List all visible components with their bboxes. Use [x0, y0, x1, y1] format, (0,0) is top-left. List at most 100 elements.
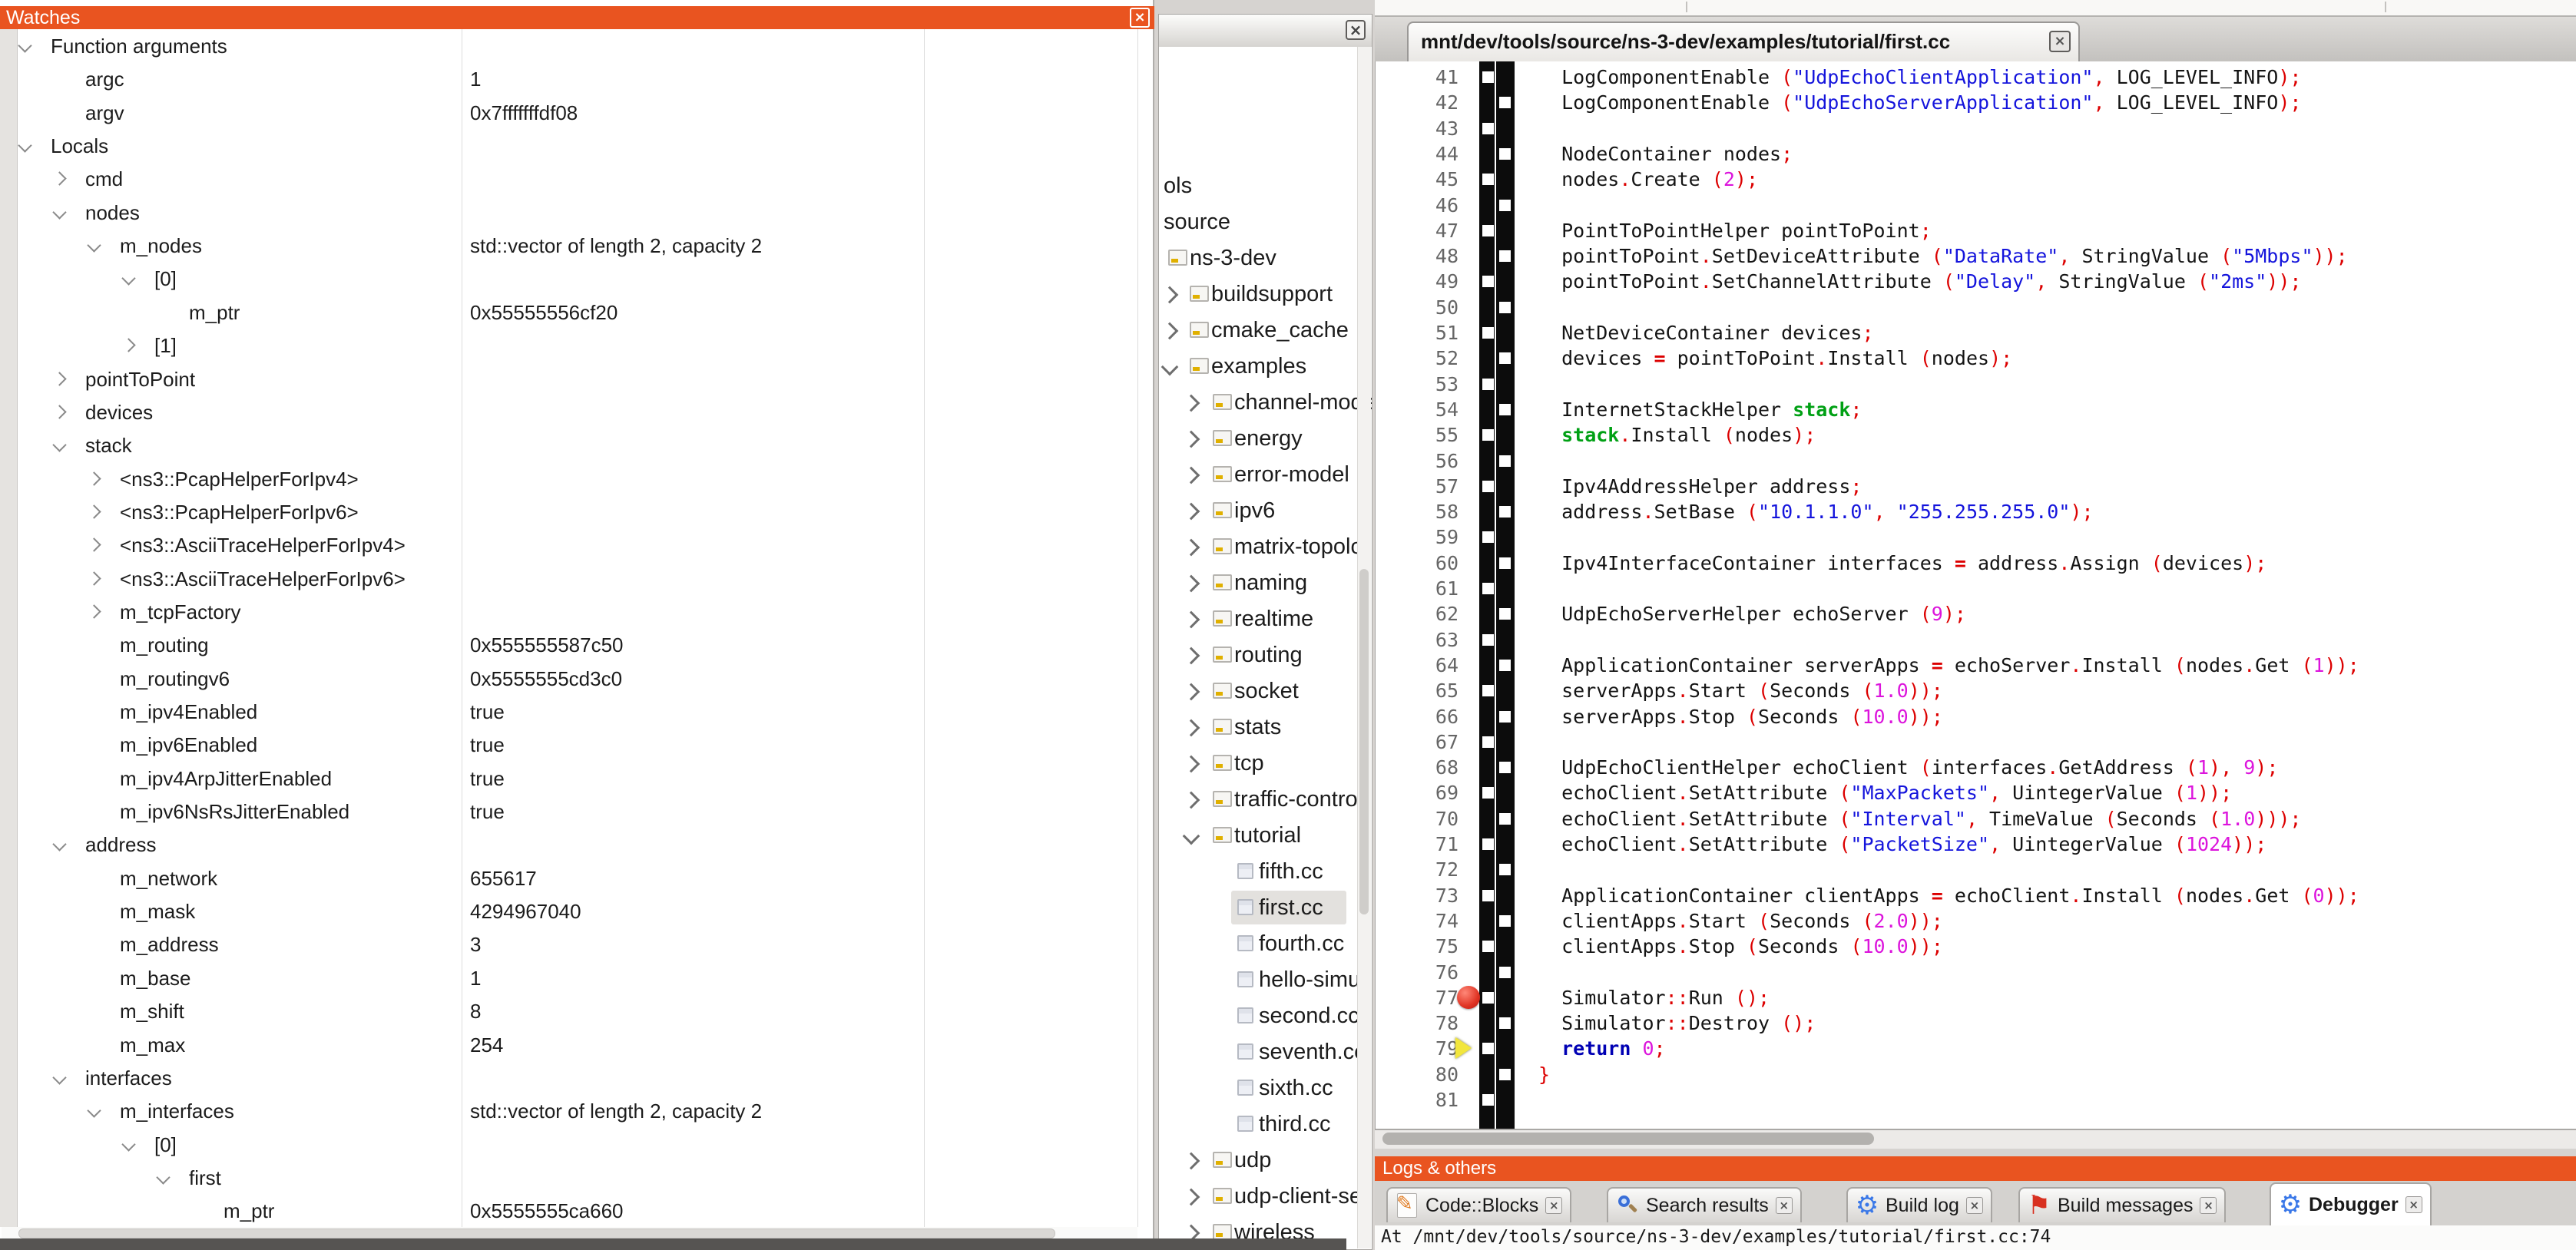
close-icon[interactable]: × — [2200, 1197, 2217, 1214]
code-line[interactable]: 65 serverApps.Start (Seconds (1.0)); — [1376, 678, 2576, 704]
code-text[interactable]: UdpEchoClientHelper echoClient (interfac… — [1538, 756, 2278, 779]
code-text[interactable]: ApplicationContainer serverApps = echoSe… — [1538, 654, 2359, 676]
tree-item-ipv6[interactable]: ipv6 — [1159, 493, 1372, 529]
line-number[interactable]: 56 — [1376, 450, 1459, 472]
code-line[interactable]: 41 LogComponentEnable ("UdpEchoClientApp… — [1376, 64, 2576, 91]
line-number[interactable]: 52 — [1376, 347, 1459, 369]
code-text[interactable]: serverApps.Stop (Seconds (10.0)); — [1538, 706, 1943, 728]
line-number[interactable]: 72 — [1376, 858, 1459, 881]
watch-row[interactable]: argc1 — [17, 62, 1137, 97]
code-line[interactable]: 58 address.SetBase ("10.1.1.0", "255.255… — [1376, 499, 2576, 525]
breakpoint-icon[interactable] — [1457, 986, 1480, 1009]
line-number[interactable]: 43 — [1376, 117, 1459, 140]
chevron-right-icon[interactable] — [1183, 647, 1200, 665]
line-number[interactable]: 48 — [1376, 245, 1459, 267]
chevron-right-icon[interactable] — [1161, 286, 1179, 304]
logs-tab-search-results[interactable]: Search results× — [1607, 1187, 1802, 1222]
code-line[interactable]: 70 echoClient.SetAttribute ("Interval", … — [1376, 806, 2576, 832]
tree-item-udp-client-ser[interactable]: udp-client-ser — [1159, 1179, 1372, 1215]
code-text[interactable]: stack.Install (nodes); — [1538, 424, 1816, 446]
code-text[interactable]: ApplicationContainer clientApps = echoCl… — [1538, 885, 2359, 907]
tree-item-tutorial[interactable]: tutorial — [1159, 818, 1372, 854]
chevron-right-icon[interactable] — [52, 405, 66, 418]
line-number[interactable]: 69 — [1376, 782, 1459, 804]
tree-item-traffic-contro[interactable]: traffic-contro — [1159, 782, 1372, 818]
code-text[interactable]: LogComponentEnable ("UdpEchoClientApplic… — [1538, 66, 2301, 88]
watch-row[interactable]: [0] — [17, 1128, 1137, 1162]
code-line[interactable]: 80} — [1376, 1062, 2576, 1088]
watches-hscrollbar[interactable] — [2, 1227, 1137, 1238]
code-line[interactable]: 52 devices = pointToPoint.Install (nodes… — [1376, 346, 2576, 372]
projects-panel-header[interactable]: × — [1159, 15, 1372, 48]
chevron-down-icon[interactable] — [52, 205, 66, 219]
line-number[interactable]: 81 — [1376, 1089, 1459, 1111]
watch-row[interactable]: <ns3::AsciiTraceHelperForIpv4> — [17, 528, 1137, 563]
chevron-down-icon[interactable] — [18, 138, 31, 152]
code-text[interactable]: Simulator::Destroy (); — [1538, 1012, 1816, 1034]
tree-item-ols[interactable]: ols — [1159, 168, 1372, 204]
line-number[interactable]: 51 — [1376, 322, 1459, 344]
tree-item-socket[interactable]: socket — [1159, 673, 1372, 709]
watch-row[interactable]: m_interfacesstd::vector of length 2, cap… — [17, 1094, 1137, 1129]
code-line[interactable]: 63 — [1376, 627, 2576, 653]
line-number[interactable]: 61 — [1376, 577, 1459, 600]
code-line[interactable]: 78 Simulator::Destroy (); — [1376, 1010, 2576, 1037]
line-number[interactable]: 46 — [1376, 194, 1459, 217]
code-text[interactable]: LogComponentEnable ("UdpEchoServerApplic… — [1538, 91, 2301, 114]
tree-item-second-cc[interactable]: second.cc — [1159, 998, 1372, 1034]
code-line[interactable]: 81 — [1376, 1087, 2576, 1113]
watch-row[interactable]: m_ptr0x55555556cf20 — [17, 296, 1137, 330]
chevron-right-icon[interactable] — [1183, 1189, 1200, 1206]
code-line[interactable]: 60 Ipv4InterfaceContainer interfaces = a… — [1376, 551, 2576, 577]
chevron-right-icon[interactable] — [1183, 1152, 1200, 1170]
chevron-down-icon[interactable] — [52, 1070, 66, 1084]
code-line[interactable]: 76 — [1376, 960, 2576, 986]
close-icon[interactable]: × — [2405, 1196, 2422, 1213]
code-text[interactable]: echoClient.SetAttribute ("Interval", Tim… — [1538, 808, 2301, 830]
code-text[interactable]: nodes.Create (2); — [1538, 168, 1758, 190]
line-number[interactable]: 47 — [1376, 220, 1459, 242]
line-number[interactable]: 57 — [1376, 475, 1459, 498]
close-icon[interactable]: × — [1545, 1197, 1562, 1214]
chevron-down-icon[interactable] — [87, 238, 101, 252]
watch-row[interactable]: m_routingv60x5555555cd3c0 — [17, 662, 1137, 696]
chevron-down-icon[interactable] — [1161, 359, 1179, 376]
line-number[interactable]: 77 — [1376, 987, 1459, 1009]
chevron-right-icon[interactable] — [87, 471, 101, 485]
watch-row[interactable]: argv0x7fffffffdf08 — [17, 96, 1137, 131]
line-number[interactable]: 75 — [1376, 935, 1459, 957]
code-text[interactable]: UdpEchoServerHelper echoServer (9); — [1538, 603, 1966, 625]
line-number[interactable]: 63 — [1376, 629, 1459, 651]
code-line[interactable]: 54 InternetStackHelper stack; — [1376, 397, 2576, 423]
chevron-right-icon[interactable] — [1183, 719, 1200, 737]
watch-row[interactable]: m_ptr0x5555555ca660 — [17, 1194, 1137, 1229]
logs-tab-code-blocks[interactable]: Code::Blocks× — [1386, 1187, 1571, 1222]
tree-item-error-model[interactable]: error-model — [1159, 457, 1372, 493]
tree-item-hello-simul[interactable]: hello-simul — [1159, 962, 1372, 998]
code-line[interactable]: 45 nodes.Create (2); — [1376, 167, 2576, 193]
code-line[interactable]: 66 serverApps.Stop (Seconds (10.0)); — [1376, 704, 2576, 730]
code-text[interactable]: address.SetBase ("10.1.1.0", "255.255.25… — [1538, 501, 2094, 523]
code-line[interactable]: 47 PointToPointHelper pointToPoint; — [1376, 218, 2576, 244]
chevron-right-icon[interactable] — [1183, 395, 1200, 412]
code-line[interactable]: 71 echoClient.SetAttribute ("PacketSize"… — [1376, 832, 2576, 858]
line-number[interactable]: 59 — [1376, 526, 1459, 548]
watch-row[interactable]: first — [17, 1161, 1137, 1195]
watch-row[interactable]: m_shift8 — [17, 994, 1137, 1029]
watch-row[interactable]: nodes — [17, 196, 1137, 230]
close-icon[interactable]: × — [1966, 1197, 1983, 1214]
code-line[interactable]: 49 pointToPoint.SetChannelAttribute ("De… — [1376, 269, 2576, 295]
code-text[interactable]: PointToPointHelper pointToPoint; — [1538, 220, 1932, 242]
line-number[interactable]: 70 — [1376, 808, 1459, 830]
tree-item-source[interactable]: source — [1159, 204, 1372, 240]
tree-item-channel-mode[interactable]: channel-mode — [1159, 385, 1372, 421]
chevron-right-icon[interactable] — [52, 372, 66, 385]
code-line[interactable]: 72 — [1376, 857, 2576, 883]
code-line[interactable]: 59 — [1376, 524, 2576, 551]
chevron-right-icon[interactable] — [1183, 467, 1200, 484]
code-text[interactable]: NodeContainer nodes; — [1538, 143, 1793, 165]
chevron-down-icon[interactable] — [18, 38, 31, 52]
tree-item-stats[interactable]: stats — [1159, 709, 1372, 746]
watch-row[interactable]: m_max254 — [17, 1028, 1137, 1063]
code-line[interactable]: 55 stack.Install (nodes); — [1376, 422, 2576, 448]
